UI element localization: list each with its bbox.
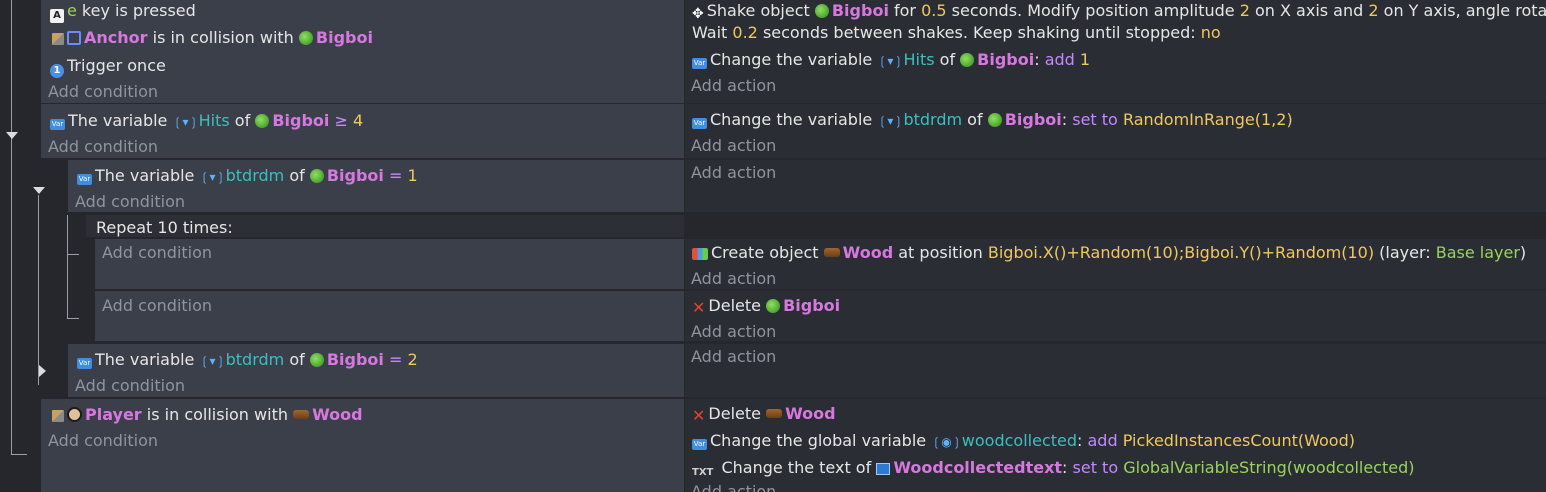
add-action-link[interactable]: Add action	[691, 268, 776, 290]
add-condition-link[interactable]: Add condition	[102, 295, 212, 317]
delete-icon: ✕	[692, 406, 706, 425]
condition-variable-btdrdm-2[interactable]: Var The variable ❲▾❳btdrdm of Bigboi = 2	[77, 349, 418, 371]
add-action-link[interactable]: Add action	[691, 135, 776, 157]
add-action-link[interactable]: Add action	[691, 162, 776, 184]
object-variable-icon: ❲▾❳	[877, 114, 904, 128]
wood-object-icon	[293, 410, 310, 419]
condition-anchor-collision[interactable]: Anchor is in collision with Bigboi	[52, 27, 373, 49]
text-icon: TXT	[692, 467, 714, 478]
add-action-link[interactable]: Add action	[691, 346, 776, 368]
action-shake-object[interactable]: ✥ Shake object Bigboi for 0.5 seconds. Mo…	[692, 0, 1546, 22]
add-condition-link[interactable]: Add condition	[48, 430, 158, 452]
bigboi-object-icon	[298, 31, 313, 45]
bigboi-object-icon	[960, 53, 975, 67]
condition-variable-btdrdm-1[interactable]: Var The variable ❲▾❳btdrdm of Bigboi = 1	[77, 165, 418, 187]
event3-actions[interactable]	[685, 160, 1546, 212]
tree-line-main	[11, 0, 12, 455]
bigboi-object-icon	[309, 169, 324, 183]
add-condition-link[interactable]: Add condition	[75, 191, 185, 213]
collision-icon	[52, 410, 64, 422]
condition-player-collision[interactable]: Player is in collision with Wood	[52, 404, 363, 426]
move-arrows-icon: ✥	[692, 6, 704, 22]
add-action-link[interactable]: Add action	[691, 321, 776, 343]
add-condition-link[interactable]: Add condition	[102, 242, 212, 264]
action-change-btdrdm[interactable]: Var Change the variable ❲▾❳btdrdm of Bigb…	[692, 109, 1293, 131]
bigboi-object-icon	[987, 113, 1002, 127]
condition-key-pressed[interactable]: Ae key is pressed	[50, 0, 196, 23]
action-change-hits[interactable]: Var Change the variable ❲▾❳Hits of Bigboi…	[692, 49, 1090, 71]
action-shake-object-line2[interactable]: Wait 0.2 seconds between shakes. Keep sh…	[692, 22, 1221, 44]
event4-actions[interactable]	[685, 344, 1546, 397]
tree-line-repeat-end	[67, 318, 79, 319]
collision-icon	[52, 33, 64, 45]
condition-trigger-once[interactable]: 1 Trigger once	[50, 55, 166, 78]
object-variable-icon: ❲▾❳	[877, 54, 904, 68]
object-variable-icon: ❲▾❳	[199, 354, 226, 368]
bigboi-object-icon	[766, 299, 781, 313]
tree-line-sub	[38, 195, 39, 385]
wood-object-icon	[766, 409, 783, 418]
repeat-label[interactable]: Repeat 10 times:	[96, 217, 233, 239]
object-variable-icon: ❲▾❳	[172, 115, 199, 129]
bigboi-object-icon	[309, 353, 324, 367]
tree-line-repeat-mid	[67, 254, 79, 255]
tree-line-main-end	[11, 454, 27, 455]
variable-icon: Var	[50, 119, 65, 130]
add-action-link[interactable]: Add action	[691, 481, 776, 492]
add-action-link[interactable]: Add action	[691, 75, 776, 97]
action-create-wood[interactable]: Create object Wood at position Bigboi.X(…	[692, 242, 1526, 264]
anchor-object-icon	[67, 31, 81, 45]
action-delete-wood[interactable]: ✕ Delete Wood	[692, 403, 836, 425]
object-variable-icon: ❲▾❳	[199, 170, 226, 184]
variable-icon: Var	[77, 358, 92, 369]
variable-icon: Var	[692, 58, 707, 69]
variable-icon: Var	[692, 118, 707, 129]
bigboi-object-icon	[814, 4, 829, 18]
action-change-text[interactable]: TXT Change the text of Woodcollectedtext…	[692, 457, 1414, 479]
add-condition-link[interactable]: Add condition	[48, 136, 158, 158]
keyboard-icon: A	[50, 9, 64, 23]
global-variable-icon: ❲◉❳	[931, 435, 962, 449]
create-object-icon	[692, 248, 708, 260]
variable-icon: Var	[77, 174, 92, 185]
bigboi-object-icon	[255, 114, 270, 128]
delete-icon: ✕	[692, 298, 706, 317]
tree-line-repeat	[67, 215, 68, 318]
wood-object-icon	[823, 248, 840, 257]
add-condition-link[interactable]: Add condition	[75, 375, 185, 397]
player-object-icon	[67, 407, 82, 422]
variable-icon: Var	[692, 439, 707, 450]
trigger-once-icon: 1	[50, 64, 64, 78]
action-change-global-woodcollected[interactable]: Var Change the global variable ❲◉❳woodcol…	[692, 430, 1355, 452]
add-condition-link[interactable]: Add condition	[48, 81, 158, 103]
collapse-arrow-icon[interactable]	[6, 132, 18, 139]
expand-arrow-icon[interactable]	[39, 365, 46, 377]
action-delete-bigboi[interactable]: ✕ Delete Bigboi	[692, 295, 840, 317]
text-object-icon	[876, 463, 891, 475]
condition-variable-hits[interactable]: Var The variable ❲▾❳Hits of Bigboi ≥ 4	[50, 110, 363, 132]
collapse-arrow-icon[interactable]	[33, 187, 45, 194]
